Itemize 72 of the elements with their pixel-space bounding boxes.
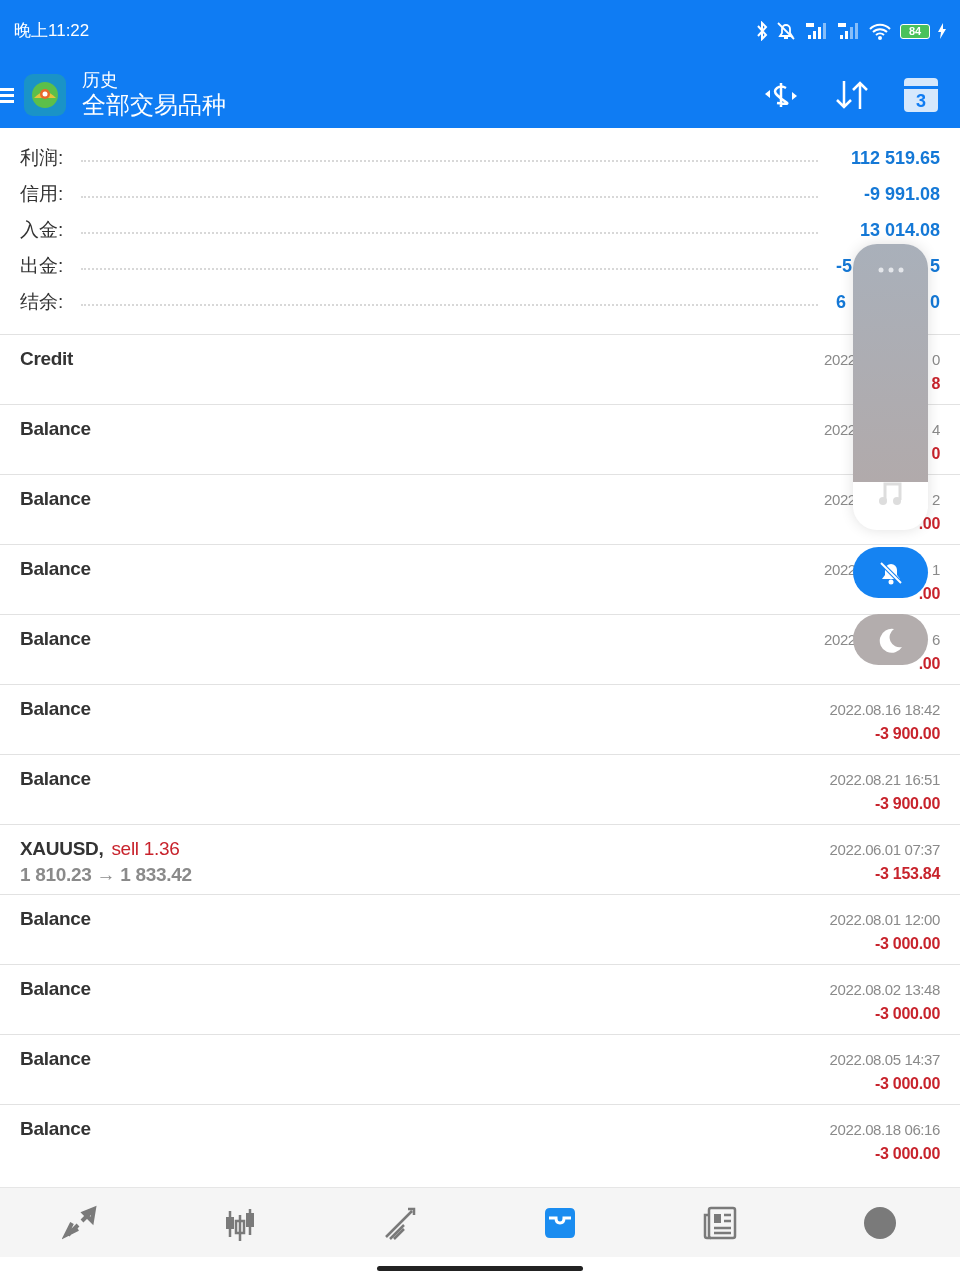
sort-icon[interactable] [834, 79, 870, 111]
summary-value: 112 519.65 [850, 146, 940, 170]
summary-value: -5 [836, 254, 852, 278]
deal-amount: 0 [931, 443, 940, 464]
deal-amount: -3 000.00 [875, 933, 940, 954]
deal-date: 2022.08.01 12:00 [829, 910, 940, 930]
app-logo-icon [24, 74, 66, 116]
deal-title: Balance [20, 1047, 91, 1071]
summary-label: 信用: [20, 181, 64, 206]
trade-arrows-icon [62, 1204, 98, 1241]
deal-date: 2022.08.18 06:16 [829, 1120, 940, 1140]
calendar-button[interactable]: 3 [904, 78, 938, 112]
deal-date: 2022.08.16 18:42 [829, 700, 940, 720]
menu-icon[interactable] [0, 85, 14, 105]
summary-label: 利润: [20, 145, 64, 170]
deal-amount: -3 000.00 [875, 1073, 940, 1094]
deal-amount: .00 [918, 653, 940, 674]
summary-value: 13 014.08 [859, 218, 940, 242]
muted-bell-icon [877, 559, 904, 586]
deal-title: Balance [20, 697, 91, 721]
screen-subtitle: 历史 [82, 69, 119, 92]
deal-title: Balance [20, 1117, 91, 1141]
music-icon[interactable] [878, 480, 902, 506]
deal-date: 0 [932, 350, 940, 370]
summary-value: -9 991.08 [863, 182, 940, 206]
deal-amount: -3 000.00 [875, 1003, 940, 1024]
deal-date: 2022 [824, 560, 856, 580]
battery-level: 84 [900, 23, 930, 39]
deal-prices: 1 810.23 → 1 833.42 [20, 863, 193, 887]
muted-bell-icon [776, 21, 796, 41]
wifi-icon [868, 21, 892, 41]
moon-icon [877, 626, 904, 653]
deal-side: sell 1.36 [111, 837, 180, 861]
deal-date: 2022.08.05 14:37 [829, 1050, 940, 1070]
deal-date: 6 [932, 630, 940, 650]
deal-date: 2022.08.21 16:51 [829, 770, 940, 790]
newspaper-icon [702, 1204, 738, 1241]
deal-title: Balance [20, 767, 91, 791]
deal-amount: -3 153.84 [875, 863, 940, 884]
summary-value: 6 [836, 290, 846, 314]
deal-date: 2022.06.01 07:37 [829, 840, 940, 860]
deal-amount: -3 000.00 [875, 1143, 940, 1164]
deal-date: 1 [932, 560, 940, 580]
deal-date: 2022.08.02 13:48 [829, 980, 940, 1000]
deal-title: Balance [20, 907, 91, 931]
deal-date: 2022 [824, 630, 856, 650]
deal-title: Balance [20, 417, 91, 441]
charging-icon [938, 23, 946, 39]
deal-title: Balance [20, 627, 91, 651]
summary-value: 5 [930, 254, 940, 278]
deal-amount: .00 [918, 513, 940, 534]
deal-title: Balance [20, 977, 91, 1001]
deal-amount: -3 900.00 [875, 793, 940, 814]
deal-title: Credit [20, 347, 74, 371]
screen-title: 全部交易品种 [82, 91, 226, 121]
deal-title: Balance [20, 557, 91, 581]
bluetooth-icon [756, 21, 768, 41]
deal-date: 2 [932, 490, 940, 510]
status-time: 晚上11:22 [14, 20, 90, 43]
summary-value: 0 [930, 290, 940, 314]
deal-title: Balance [20, 487, 91, 511]
deal-amount: 8 [931, 373, 940, 394]
summary-label: 结余: [20, 289, 64, 314]
deal-amount: .00 [918, 583, 940, 604]
signal-icon [804, 21, 828, 41]
profile-circle-icon [862, 1204, 898, 1241]
deal-title: XAUUSD, [20, 837, 104, 861]
signal-icon [836, 21, 860, 41]
summary-label: 入金: [20, 217, 64, 242]
deal-amount: -3 900.00 [875, 723, 940, 744]
deal-date: 4 [932, 420, 940, 440]
summary-label: 出金: [20, 253, 64, 278]
